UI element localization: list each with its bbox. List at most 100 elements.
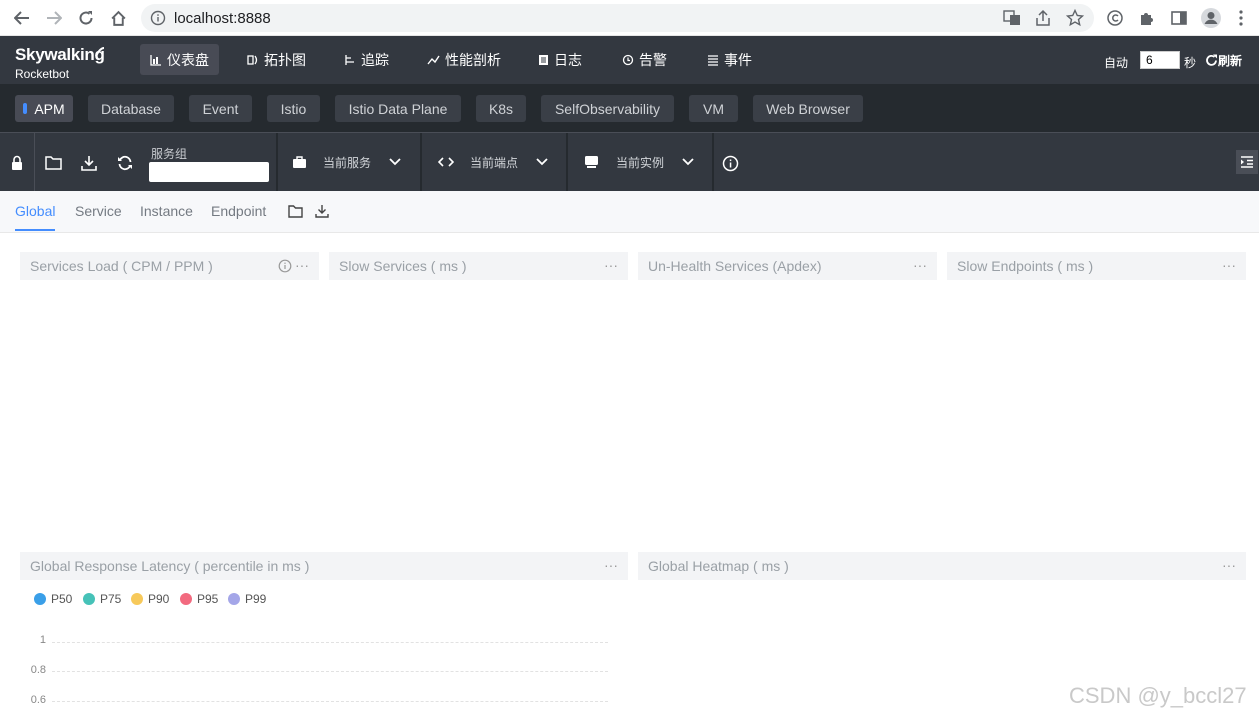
back-arrow-icon — [14, 11, 29, 25]
panel-slow-services: Slow Services ( ms ) ··· — [329, 252, 628, 280]
legend-label: P95 — [197, 592, 219, 606]
home-button[interactable] — [107, 7, 129, 29]
refresh-button[interactable]: 刷新 — [1205, 52, 1242, 69]
tab-label: K8s — [488, 100, 514, 117]
subtab-endpoint[interactable]: Endpoint — [211, 203, 266, 219]
reload-dashboard-button[interactable] — [116, 154, 134, 172]
legend-label: P90 — [148, 592, 170, 606]
legend-item-p75[interactable]: P75 — [83, 592, 121, 606]
tab-k8s[interactable]: K8s — [476, 95, 526, 122]
code-brackets-icon — [438, 157, 454, 167]
tab-label: Event — [202, 100, 239, 117]
refresh-label: 刷新 — [1218, 54, 1243, 68]
legend-item-p90[interactable]: P90 — [131, 592, 169, 606]
nav-label: 仪表盘 — [167, 51, 209, 68]
nav-event[interactable]: 事件 — [697, 44, 762, 75]
nav-trace[interactable]: 追踪 — [334, 44, 399, 75]
forward-arrow-icon — [47, 11, 62, 25]
tab-web-browser[interactable]: Web Browser — [753, 95, 863, 122]
panel-global-response-latency: Global Response Latency ( percentile in … — [20, 552, 628, 580]
instance-selector[interactable]: 当前实例 — [584, 133, 694, 191]
panel-more-menu[interactable]: ··· — [1222, 557, 1236, 573]
tab-istio-data-plane[interactable]: Istio Data Plane — [335, 95, 461, 122]
tab-vm[interactable]: VM — [689, 95, 738, 122]
tab-label: Istio Data Plane — [348, 100, 448, 117]
panel-title: Global Heatmap ( ms ) — [648, 558, 789, 574]
subtab-folder-button[interactable] — [288, 205, 303, 218]
reload-button[interactable] — [75, 7, 97, 29]
divider — [712, 133, 714, 191]
back-button[interactable] — [11, 7, 33, 29]
panel-more-menu[interactable]: ··· — [1222, 257, 1236, 273]
tab-database[interactable]: Database — [88, 95, 174, 122]
service-selector[interactable]: 当前服务 — [292, 133, 401, 191]
endpoint-selector[interactable]: 当前端点 — [438, 133, 548, 191]
collapse-panel-button[interactable] — [1236, 150, 1258, 174]
info-button[interactable] — [721, 154, 739, 172]
panel-more-menu[interactable]: ··· — [604, 257, 618, 273]
seconds-label: 秒 — [1184, 56, 1197, 70]
lock-icon — [12, 155, 22, 170]
info-circle-icon[interactable] — [278, 259, 292, 273]
legend-label: P99 — [245, 592, 267, 606]
server-icon — [585, 156, 598, 168]
refresh-icon — [1206, 54, 1217, 66]
tab-selfobservability[interactable]: SelfObservability — [541, 95, 674, 122]
legend-item-p50[interactable]: P50 — [34, 592, 72, 606]
share-icon[interactable] — [1034, 9, 1052, 27]
chevron-down-icon — [682, 158, 694, 166]
divider — [420, 133, 422, 191]
subtab-instance[interactable]: Instance — [140, 203, 193, 219]
download-button[interactable] — [80, 154, 98, 172]
lock-button[interactable] — [8, 154, 26, 172]
nav-profiling[interactable]: 性能剖析 — [417, 44, 511, 75]
nav-alarm[interactable]: 告警 — [612, 44, 677, 75]
subtab-download-button[interactable] — [315, 204, 329, 218]
panel-unhealth-services: Un-Health Services (Apdex) ··· — [638, 252, 937, 280]
legend-label: P50 — [51, 592, 73, 606]
log-icon — [539, 54, 548, 65]
subtab-global[interactable]: Global — [15, 203, 56, 231]
panel-title: Services Load ( CPM / PPM ) — [30, 258, 213, 274]
panel-more-menu[interactable]: ··· — [295, 257, 309, 273]
tab-event[interactable]: Event — [189, 95, 252, 122]
extensions-puzzle-icon[interactable] — [1136, 7, 1158, 29]
service-group-input[interactable] — [149, 162, 269, 182]
nav-log[interactable]: 日志 — [528, 44, 592, 75]
grid-line — [52, 642, 608, 643]
subtab-service[interactable]: Service — [75, 203, 122, 219]
tab-istio[interactable]: Istio — [267, 95, 320, 122]
side-panel-icon[interactable] — [1168, 7, 1190, 29]
panel-more-menu[interactable]: ··· — [604, 557, 618, 573]
address-bar[interactable]: localhost:8888 — [141, 4, 1094, 32]
panel-slow-endpoints: Slow Endpoints ( ms ) ··· — [947, 252, 1246, 280]
translate-icon[interactable] — [1003, 9, 1021, 27]
profile-icon — [427, 55, 440, 64]
bookmark-star-icon[interactable] — [1066, 9, 1084, 27]
legend-item-p99[interactable]: P99 — [228, 592, 266, 606]
extension-c-icon[interactable] — [1104, 7, 1126, 29]
service-group-label: 服务组 — [151, 147, 188, 161]
service-selector-label: 当前服务 — [323, 155, 372, 170]
dashboard-sub-tabs: Global Service Instance Endpoint — [0, 191, 1259, 233]
nav-topology[interactable]: 拓扑图 — [237, 44, 316, 75]
tab-label: APM — [34, 100, 65, 117]
folder-icon — [288, 205, 303, 218]
profile-avatar-icon[interactable] — [1200, 7, 1222, 29]
panel-more-menu[interactable]: ··· — [913, 257, 927, 273]
endpoint-selector-label: 当前端点 — [470, 155, 519, 170]
indent-icon — [1241, 156, 1253, 168]
tab-apm[interactable]: APM — [15, 95, 73, 122]
bar-chart-icon — [150, 54, 161, 66]
auto-refresh-interval-input[interactable]: 6 — [1140, 51, 1180, 69]
menu-kebab-icon[interactable] — [1230, 7, 1252, 29]
open-folder-button[interactable] — [44, 154, 62, 172]
nav-dashboard[interactable]: 仪表盘 — [140, 44, 219, 75]
event-icon — [708, 54, 718, 66]
tab-label: VM — [703, 100, 724, 117]
legend-item-p95[interactable]: P95 — [180, 592, 218, 606]
browser-toolbar: localhost:8888 — [0, 0, 1259, 36]
home-icon — [110, 10, 126, 26]
divider — [276, 133, 278, 191]
forward-button[interactable] — [43, 7, 65, 29]
